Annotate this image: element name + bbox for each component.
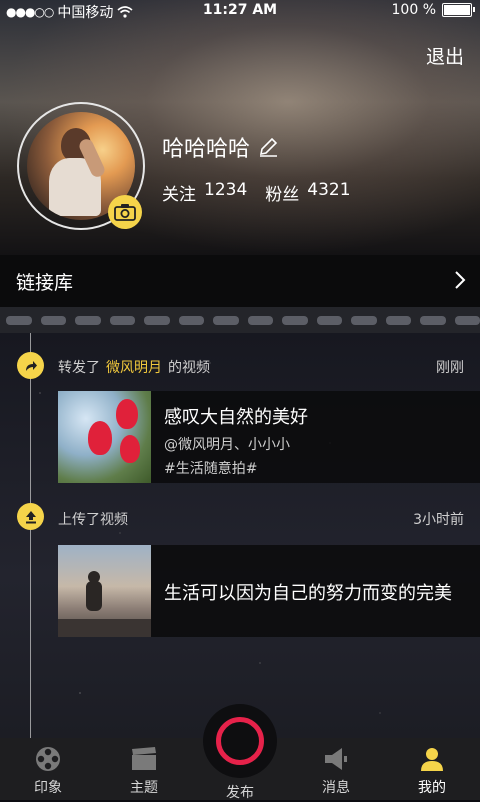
publish-button[interactable]	[203, 704, 277, 778]
username-row: 哈哈哈哈	[162, 131, 278, 163]
profile-stats: 关注 1234 粉丝 4321	[162, 180, 351, 205]
following-label: 关注	[162, 185, 196, 205]
tab-label: 印象	[34, 780, 62, 796]
chevron-right-icon	[455, 271, 466, 289]
feed-item-header: 上传了视频	[58, 509, 128, 529]
tab-label: 主题	[130, 780, 158, 796]
video-thumbnail	[58, 545, 151, 637]
video-thumbnail	[58, 391, 151, 483]
record-icon	[216, 717, 264, 765]
share-arrow-icon	[17, 352, 44, 379]
edit-pencil-icon[interactable]	[258, 137, 278, 157]
camera-icon[interactable]	[108, 195, 142, 229]
status-bar: ●●●○○ 中国移动 11:27 AM 100 %	[0, 0, 480, 22]
following-count: 1234	[204, 180, 248, 200]
megaphone-icon	[325, 748, 347, 770]
feed-action-text: 转发了	[58, 360, 100, 376]
timeline-line	[30, 333, 31, 738]
link-library-label: 链接库	[16, 271, 74, 294]
video-card[interactable]: 感叹大自然的美好 @微风明月、小小小 #生活随意拍#	[58, 391, 480, 483]
followers-label: 粉丝	[265, 185, 300, 205]
film-reel-icon	[36, 747, 60, 771]
feed-action-text: 上传了视频	[58, 512, 128, 528]
feed-timestamp: 刚刚	[436, 360, 464, 376]
publish-label: 发布	[226, 785, 254, 801]
video-mentions[interactable]: @微风明月、小小小	[164, 434, 290, 454]
video-title: 生活可以因为自己的努力而变的完美	[164, 583, 452, 604]
feed-item-header: 转发了 微风明月 的视频	[58, 357, 210, 377]
clapperboard-icon	[132, 747, 156, 770]
feed-action-suffix: 的视频	[168, 360, 210, 376]
battery-icon	[442, 3, 475, 17]
video-card[interactable]: 生活可以因为自己的努力而变的完美	[58, 545, 480, 637]
tab-mine[interactable]: 我的	[392, 738, 472, 800]
tab-topic[interactable]: 主题	[104, 738, 184, 800]
tab-label: 消息	[322, 780, 350, 796]
battery-percent: 100 %	[391, 2, 436, 18]
link-library-row[interactable]: 链接库	[0, 255, 480, 307]
tab-impression[interactable]: 印象	[8, 738, 88, 800]
person-icon	[421, 748, 443, 771]
filmstrip-divider	[0, 307, 480, 333]
video-title: 感叹大自然的美好	[164, 407, 308, 428]
tab-label: 我的	[418, 780, 446, 796]
feed-user-link[interactable]: 微风明月	[106, 357, 162, 377]
tab-messages[interactable]: 消息	[296, 738, 376, 800]
feed-timestamp: 3小时前	[413, 512, 464, 528]
video-tag[interactable]: #生活随意拍#	[164, 458, 257, 478]
followers-count: 4321	[307, 180, 351, 200]
activity-feed: 转发了 微风明月 的视频 刚刚 感叹大自然的美好 @微风明月、小小小 #生活随意…	[0, 333, 480, 738]
username: 哈哈哈哈	[162, 137, 251, 162]
following-stat[interactable]: 关注 1234	[162, 180, 247, 205]
followers-stat[interactable]: 粉丝 4321	[265, 180, 350, 205]
logout-button[interactable]: 退出	[426, 42, 464, 69]
upload-icon	[17, 503, 44, 530]
